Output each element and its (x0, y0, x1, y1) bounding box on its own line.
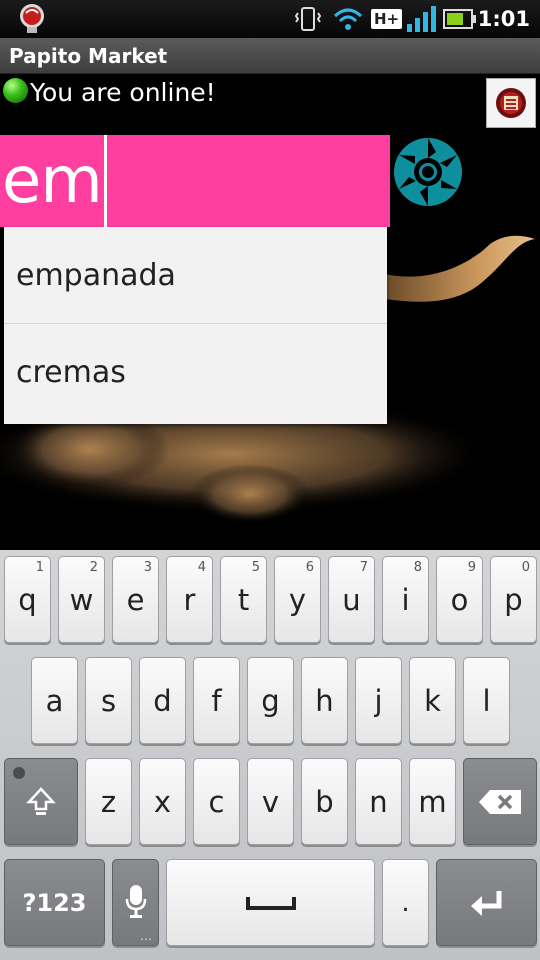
voice-input-key[interactable]: … (112, 859, 159, 946)
shift-icon (26, 786, 56, 815)
period-key[interactable]: . (382, 859, 429, 946)
suggestion-item[interactable]: empanada (4, 227, 387, 324)
key-c[interactable]: c (193, 758, 240, 845)
key-v[interactable]: v (247, 758, 294, 845)
app-bulb-icon (14, 0, 50, 38)
more-options-icon: … (140, 929, 152, 943)
space-key[interactable] (166, 859, 375, 946)
profile-button[interactable] (486, 78, 536, 128)
space-icon (245, 896, 296, 910)
key-p[interactable]: 0p (490, 556, 537, 643)
app-title: Papito Market (9, 44, 168, 68)
key-z[interactable]: z (85, 758, 132, 845)
search-input[interactable]: em (0, 135, 390, 227)
key-f[interactable]: f (193, 657, 240, 744)
key-o[interactable]: 9o (436, 556, 483, 643)
symbols-key[interactable]: ?123 (4, 859, 105, 946)
key-u[interactable]: 7u (328, 556, 375, 643)
search-input-value: em (2, 144, 103, 218)
key-k[interactable]: k (409, 657, 456, 744)
vibrate-icon (293, 0, 323, 38)
key-d[interactable]: d (139, 657, 186, 744)
key-e[interactable]: 3e (112, 556, 159, 643)
key-i[interactable]: 8i (382, 556, 429, 643)
key-j[interactable]: j (355, 657, 402, 744)
key-q[interactable]: 1q (4, 556, 51, 643)
signal-icon (405, 0, 439, 38)
profile-badge-icon (496, 88, 526, 118)
key-r[interactable]: 4r (166, 556, 213, 643)
key-m[interactable]: m (409, 758, 456, 845)
key-h[interactable]: h (301, 657, 348, 744)
clock: 1:01 (477, 7, 530, 31)
main-content: You are online! em empanada cremas (0, 74, 540, 550)
shift-key[interactable] (4, 758, 78, 845)
key-s[interactable]: s (85, 657, 132, 744)
key-a[interactable]: a (31, 657, 78, 744)
key-b[interactable]: b (301, 758, 348, 845)
key-w[interactable]: 2w (58, 556, 105, 643)
wifi-icon (332, 0, 364, 38)
battery-icon (443, 0, 477, 38)
autocomplete-dropdown: empanada cremas (4, 227, 387, 424)
text-caret (104, 135, 107, 227)
backspace-icon (479, 789, 521, 814)
key-t[interactable]: 5t (220, 556, 267, 643)
soft-keyboard: 1q 2w 3e 4r 5t 6y 7u 8i 9o 0p a s d f g … (0, 550, 540, 960)
online-status-indicator (3, 78, 28, 103)
online-status-text: You are online! (30, 78, 216, 107)
status-bar: H+ 1:01 (0, 0, 540, 38)
microphone-icon (125, 884, 146, 918)
backspace-key[interactable] (463, 758, 537, 845)
key-n[interactable]: n (355, 758, 402, 845)
key-x[interactable]: x (139, 758, 186, 845)
key-y[interactable]: 6y (274, 556, 321, 643)
suggestion-item[interactable]: cremas (4, 324, 387, 424)
enter-icon (470, 890, 501, 916)
key-g[interactable]: g (247, 657, 294, 744)
enter-key[interactable] (436, 859, 537, 946)
app-title-bar: Papito Market (0, 38, 540, 74)
key-l[interactable]: l (463, 657, 510, 744)
network-type-icon: H+ (371, 0, 403, 38)
